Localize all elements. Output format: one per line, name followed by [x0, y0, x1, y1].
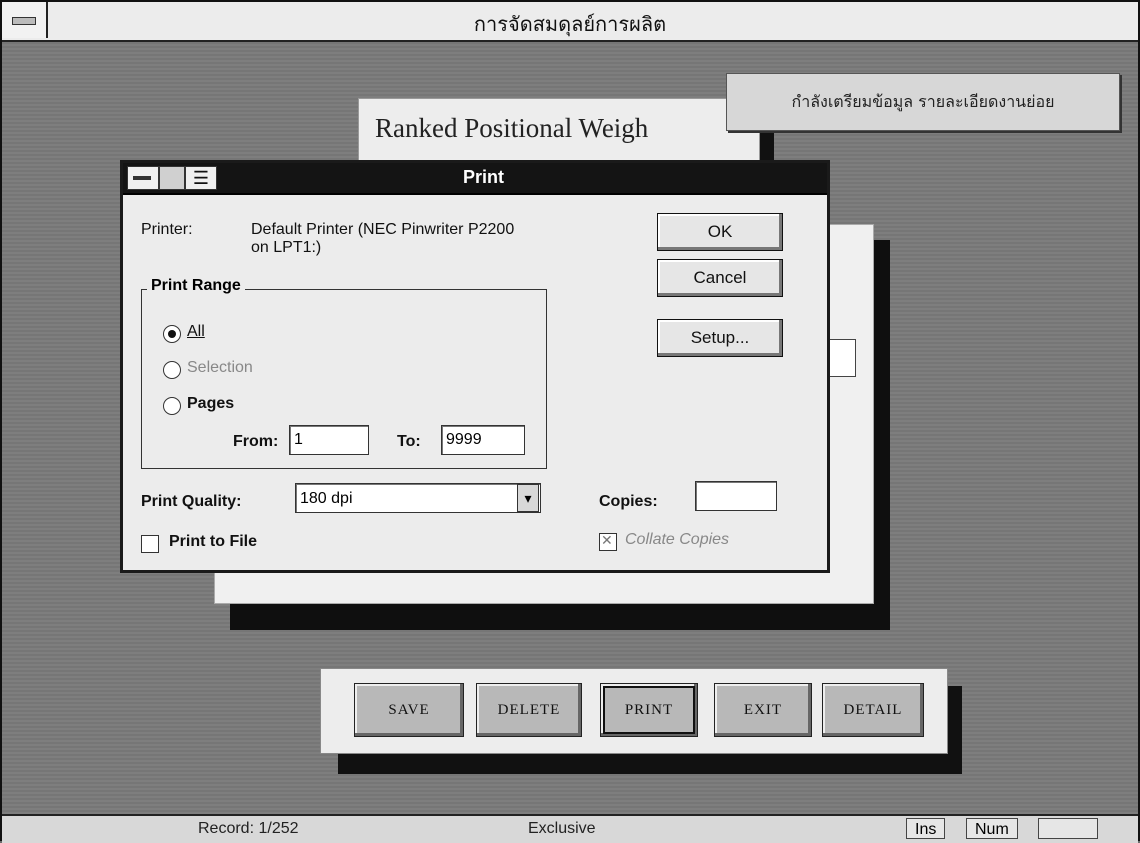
dropdown-arrow-icon[interactable]: ▾: [517, 484, 539, 512]
status-blank: [1038, 818, 1098, 839]
printer-value-line1: Default Printer (NEC Pinwriter P2200: [251, 221, 515, 238]
banner-title: Ranked Positional Weigh: [375, 113, 649, 143]
dialog-system-menu-icon[interactable]: [127, 166, 159, 190]
delete-button[interactable]: DELETE: [476, 683, 582, 737]
dialog-title-bar: ☰ Print: [123, 163, 827, 195]
printer-value-line2: on LPT1:): [251, 239, 322, 256]
panel-field[interactable]: [828, 339, 856, 377]
collate-label[interactable]: Collate Copies: [625, 531, 729, 549]
radio-icon[interactable]: [163, 397, 181, 415]
print-button[interactable]: PRINT: [600, 683, 698, 737]
from-input[interactable]: [289, 425, 369, 455]
print-range-title: Print Range: [147, 277, 245, 295]
title-bar: การจัดสมดุลย์การผลิต: [2, 2, 1138, 42]
dialog-menu-icon[interactable]: ☰: [185, 166, 217, 190]
method-banner: Ranked Positional Weigh: [358, 98, 760, 166]
print-quality-value: 180 dpi: [300, 490, 353, 507]
status-message: กำลังเตรียมข้อมูล รายละเอียดงานย่อย: [791, 92, 1055, 111]
cancel-button[interactable]: Cancel: [657, 259, 783, 297]
dialog-title: Print: [463, 167, 505, 187]
print-to-file-label[interactable]: Print to File: [169, 533, 257, 551]
status-message-box: กำลังเตรียมข้อมูล รายละเอียดงานย่อย: [726, 73, 1120, 131]
collate-checkbox-icon[interactable]: [599, 532, 617, 551]
num-indicator: Num: [966, 818, 1018, 839]
main-window: การจัดสมดุลย์การผลิต Ranked Positional W…: [0, 0, 1140, 843]
range-selection-label[interactable]: Selection: [187, 359, 253, 377]
radio-selected-icon[interactable]: [163, 325, 181, 343]
copies-label: Copies:: [599, 493, 658, 510]
print-dialog: ☰ Print Printer: Default Printer (NEC Pi…: [120, 160, 830, 573]
copies-input[interactable]: [695, 481, 777, 511]
status-bar: Record: 1/252 Exclusive Ins Num: [2, 814, 1138, 843]
printer-label: Printer:: [141, 221, 193, 238]
exit-button[interactable]: EXIT: [714, 683, 812, 737]
checkbox-icon[interactable]: [141, 535, 159, 553]
print-quality-label: Print Quality:: [141, 493, 242, 510]
from-label: From:: [233, 433, 279, 450]
dialog-control-icon[interactable]: [159, 166, 185, 190]
window-title: การจัดสมดุลย์การผลิต: [473, 12, 667, 36]
record-indicator: Record: 1/252: [198, 820, 299, 837]
to-input[interactable]: [441, 425, 525, 455]
ins-indicator: Ins: [906, 818, 946, 839]
radio-icon[interactable]: [163, 361, 181, 379]
range-all-label[interactable]: All: [187, 323, 205, 341]
save-button[interactable]: SAVE: [354, 683, 464, 737]
ok-button[interactable]: OK: [657, 213, 783, 251]
to-label: To:: [397, 433, 421, 450]
setup-button[interactable]: Setup...: [657, 319, 783, 357]
detail-button[interactable]: DETAIL: [822, 683, 924, 737]
range-pages-label[interactable]: Pages: [187, 395, 234, 413]
print-quality-select[interactable]: 180 dpi: [295, 483, 541, 513]
mode-indicator: Exclusive: [528, 820, 596, 837]
